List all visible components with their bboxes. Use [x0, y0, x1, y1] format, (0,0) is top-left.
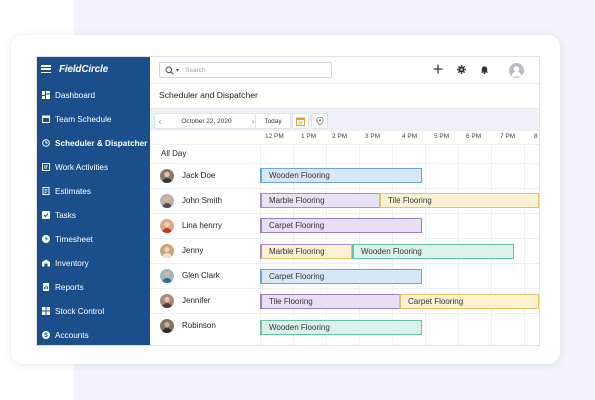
resource-name: Jennifer: [182, 296, 211, 305]
avatar: [160, 194, 174, 208]
time-tick: 2 PM: [332, 133, 348, 140]
current-date[interactable]: October 22, 2020: [165, 118, 248, 125]
time-tick: 6 PM: [466, 133, 482, 140]
sidebar-header: FieldCircle: [37, 57, 150, 81]
top-bar: ▾ Search: [150, 57, 539, 84]
sidebar-item-label: Timesheet: [55, 234, 93, 244]
map-pin-icon[interactable]: [311, 113, 328, 129]
all-day-label: All Day: [161, 149, 187, 158]
time-tick: 4 PM: [402, 133, 418, 140]
menu-icon[interactable]: [41, 65, 51, 73]
sidebar-item-accounts[interactable]: $ Accounts: [37, 323, 150, 345]
dashboard-icon: [42, 91, 50, 99]
sidebar-item-label: Tasks: [55, 210, 76, 220]
clock-icon: [42, 235, 50, 243]
scheduler-toolbar: ‹ October 22, 2020 › Today: [150, 108, 539, 131]
avatar: [160, 294, 174, 308]
search-icon: [165, 66, 174, 75]
sidebar-item-team-schedule[interactable]: Team Schedule: [37, 107, 150, 131]
app-logo: FieldCircle: [59, 63, 108, 75]
resource-name: Lina henrry: [182, 221, 223, 230]
dispatch-icon: [42, 139, 50, 147]
app-window: FieldCircle Dashboard Team Schedule Sche…: [36, 56, 540, 346]
user-avatar-icon[interactable]: [509, 63, 524, 78]
job-bar[interactable]: Carpet Flooring: [260, 269, 422, 284]
time-tick: 3 PM: [365, 133, 381, 140]
resource-name: Glen Clark: [182, 271, 220, 280]
sidebar-item-stock-control[interactable]: Stock Control: [37, 299, 150, 323]
time-header: 12 PM 1 PM 2 PM 3 PM 4 PM 5 PM 6 PM 7 PM…: [150, 130, 539, 144]
job-bar[interactable]: Wooden Flooring: [352, 244, 514, 259]
sidebar: FieldCircle Dashboard Team Schedule Sche…: [37, 57, 150, 345]
time-tick: 1 PM: [301, 133, 317, 140]
sidebar-item-label: Work Activities: [55, 162, 109, 172]
row-divider: [150, 144, 539, 145]
sidebar-item-dashboard[interactable]: Dashboard: [37, 83, 150, 107]
sidebar-item-inventory[interactable]: Inventory: [37, 251, 150, 275]
resource-name: Jenny: [182, 246, 204, 255]
time-tick: 7 PM: [500, 133, 516, 140]
time-tick: 5 PM: [434, 133, 450, 140]
avatar: [160, 269, 174, 283]
prev-day-button[interactable]: ‹: [155, 117, 165, 126]
date-navigator: ‹ October 22, 2020 ›: [154, 113, 259, 129]
calendar-icon: [42, 115, 50, 123]
sidebar-item-estimates[interactable]: Estimates: [37, 179, 150, 203]
stock-icon: [42, 307, 50, 315]
job-bar[interactable]: Carpet Flooring: [399, 294, 539, 309]
avatar: [160, 169, 174, 183]
job-bar[interactable]: Wooden Flooring: [260, 168, 422, 183]
sidebar-item-scheduler-dispatcher[interactable]: Scheduler & Dispatcher: [37, 131, 150, 155]
work-icon: [42, 163, 50, 171]
accounts-icon: $: [42, 331, 50, 339]
job-bar[interactable]: Tile Flooring: [379, 193, 539, 208]
job-bar[interactable]: Wooden Flooring: [260, 320, 422, 335]
search-input[interactable]: Search: [185, 67, 206, 74]
sidebar-item-label: Accounts: [55, 330, 89, 340]
sidebar-item-label: Dashboard: [55, 90, 96, 100]
estimate-icon: [42, 187, 50, 195]
sidebar-item-label: Scheduler & Dispatcher: [55, 138, 148, 148]
job-bar[interactable]: Tile Flooring: [260, 294, 400, 309]
page-title: Scheduler and Dispatcher: [159, 90, 258, 100]
sidebar-item-label: Inventory: [55, 258, 89, 268]
plus-icon[interactable]: [432, 63, 444, 75]
resource-name: Robinson: [182, 321, 216, 330]
avatar: [160, 319, 174, 333]
bell-icon[interactable]: [478, 63, 490, 75]
job-bar[interactable]: Carpet Flooring: [260, 218, 422, 233]
chevron-down-icon[interactable]: ▾: [176, 67, 179, 74]
search-box[interactable]: ▾ Search: [159, 62, 332, 78]
gear-icon[interactable]: [455, 63, 467, 75]
sidebar-item-reports[interactable]: Reports: [37, 275, 150, 299]
avatar: [160, 219, 174, 233]
resource-name: Jack Doe: [182, 171, 216, 180]
time-tick: 8: [534, 133, 538, 140]
avatar: [160, 244, 174, 258]
resource-name: John Smith: [182, 196, 223, 205]
inventory-icon: [42, 259, 50, 267]
sidebar-item-label: Stock Control: [55, 306, 105, 316]
job-bar[interactable]: Marble Flooring: [260, 244, 352, 259]
calendar-view-icon[interactable]: [292, 113, 309, 129]
sidebar-item-work-activities[interactable]: Work Activities: [37, 155, 150, 179]
sidebar-item-label: Estimates: [55, 186, 91, 196]
time-tick: 12 PM: [265, 133, 284, 140]
job-bar[interactable]: Marble Flooring: [260, 193, 380, 208]
report-icon: [42, 283, 50, 291]
sidebar-item-timesheet[interactable]: Timesheet: [37, 227, 150, 251]
today-button[interactable]: Today: [255, 113, 291, 129]
task-icon: [42, 211, 50, 219]
sidebar-item-label: Team Schedule: [55, 114, 112, 124]
sidebar-item-label: Reports: [55, 282, 84, 292]
sidebar-item-tasks[interactable]: Tasks: [37, 203, 150, 227]
